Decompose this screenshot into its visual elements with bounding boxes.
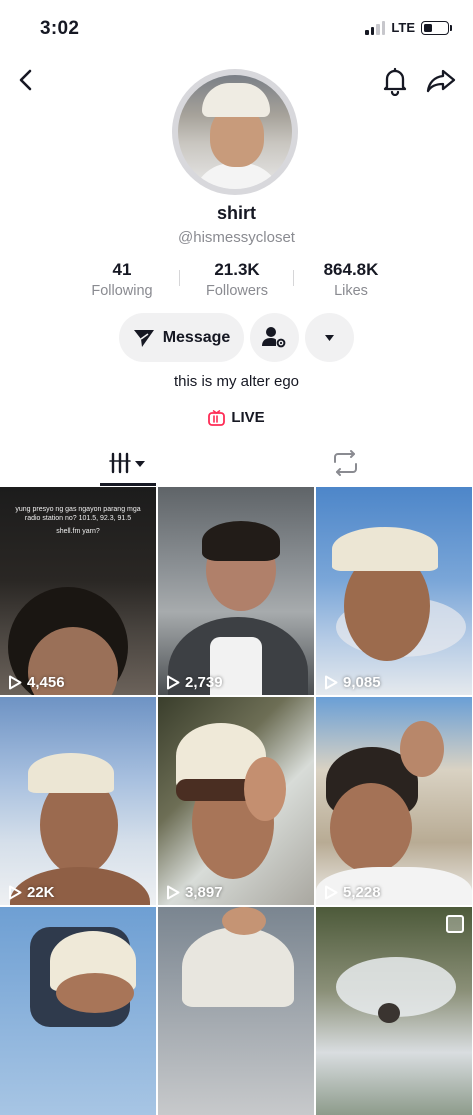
avatar[interactable] [172,69,298,195]
battery-icon [421,20,452,35]
view-count: 9,085 [324,674,381,691]
tab-videos[interactable] [78,440,235,486]
repost-icon [334,450,357,476]
content-tabs [0,440,473,486]
view-count: 22K [8,884,55,901]
status-time: 3:02 [40,18,80,39]
share-button[interactable] [425,66,457,96]
tab-reposts[interactable] [267,440,424,486]
back-button[interactable] [14,66,40,94]
view-count: 3,897 [166,884,223,901]
play-icon [9,885,22,900]
followers-label: Followers [205,283,269,299]
video-thumbnail[interactable]: 22K [0,697,156,905]
video-thumbnail[interactable] [0,907,156,1115]
bell-icon [383,67,407,97]
avatar-image [178,75,292,189]
network-label: LTE [391,20,415,35]
play-icon [9,675,22,690]
play-icon [167,675,180,690]
profile-bio: this is my alter ego [173,373,300,390]
live-link[interactable]: LIVE [0,409,473,426]
play-icon [325,675,338,690]
stat-likes[interactable]: 864.8K Likes [291,260,411,299]
profile-stats: 41 Following 21.3K Followers 864.8K Like… [0,260,473,304]
play-icon [325,885,338,900]
view-count: 5,228 [324,884,381,901]
view-count: 4,456 [8,674,65,691]
video-thumbnail[interactable] [316,907,472,1115]
stat-following[interactable]: 41 Following [62,260,182,299]
following-label: Following [91,283,153,299]
video-thumbnail[interactable]: 9,085 [316,487,472,695]
back-icon [19,69,32,91]
following-count: 41 [112,260,132,279]
more-options-button[interactable] [305,313,354,362]
signal-icon [365,20,386,35]
status-bar: 3:02 LTE [0,0,473,56]
video-thumbnail[interactable]: 5,228 [316,697,472,905]
video-thumbnail[interactable]: 2,739 [158,487,314,695]
stat-followers[interactable]: 21.3K Followers [177,260,297,299]
live-label: LIVE [231,409,265,426]
likes-label: Likes [334,283,368,299]
multi-photo-icon [446,915,464,933]
video-thumbnail[interactable] [158,907,314,1115]
video-thumbnail[interactable]: 3,897 [158,697,314,905]
followers-count: 21.3K [214,260,260,279]
chevron-down-icon [325,335,334,341]
message-button[interactable]: Message [119,313,244,362]
status-indicators: LTE [365,20,452,35]
share-icon [426,69,456,93]
video-caption: yung presyo ng gas ngayon parang mga rad… [15,506,141,535]
likes-count: 864.8K [323,260,379,279]
add-friend-icon [262,327,286,348]
video-thumbnail[interactable]: yung presyo ng gas ngayon parang mga rad… [0,487,156,695]
message-button-label: Message [162,328,231,346]
video-grid: yung presyo ng gas ngayon parang mga rad… [0,487,473,1115]
add-friend-button[interactable] [250,313,299,362]
profile-name: shirt [216,203,256,223]
play-icon [167,885,180,900]
live-icon [208,409,226,426]
grid-icon [109,452,145,474]
view-count: 2,739 [166,674,223,691]
active-tab-indicator [100,483,156,486]
send-icon [133,329,154,347]
notifications-button[interactable] [381,66,409,97]
profile-handle: @hismessycloset [178,229,295,246]
